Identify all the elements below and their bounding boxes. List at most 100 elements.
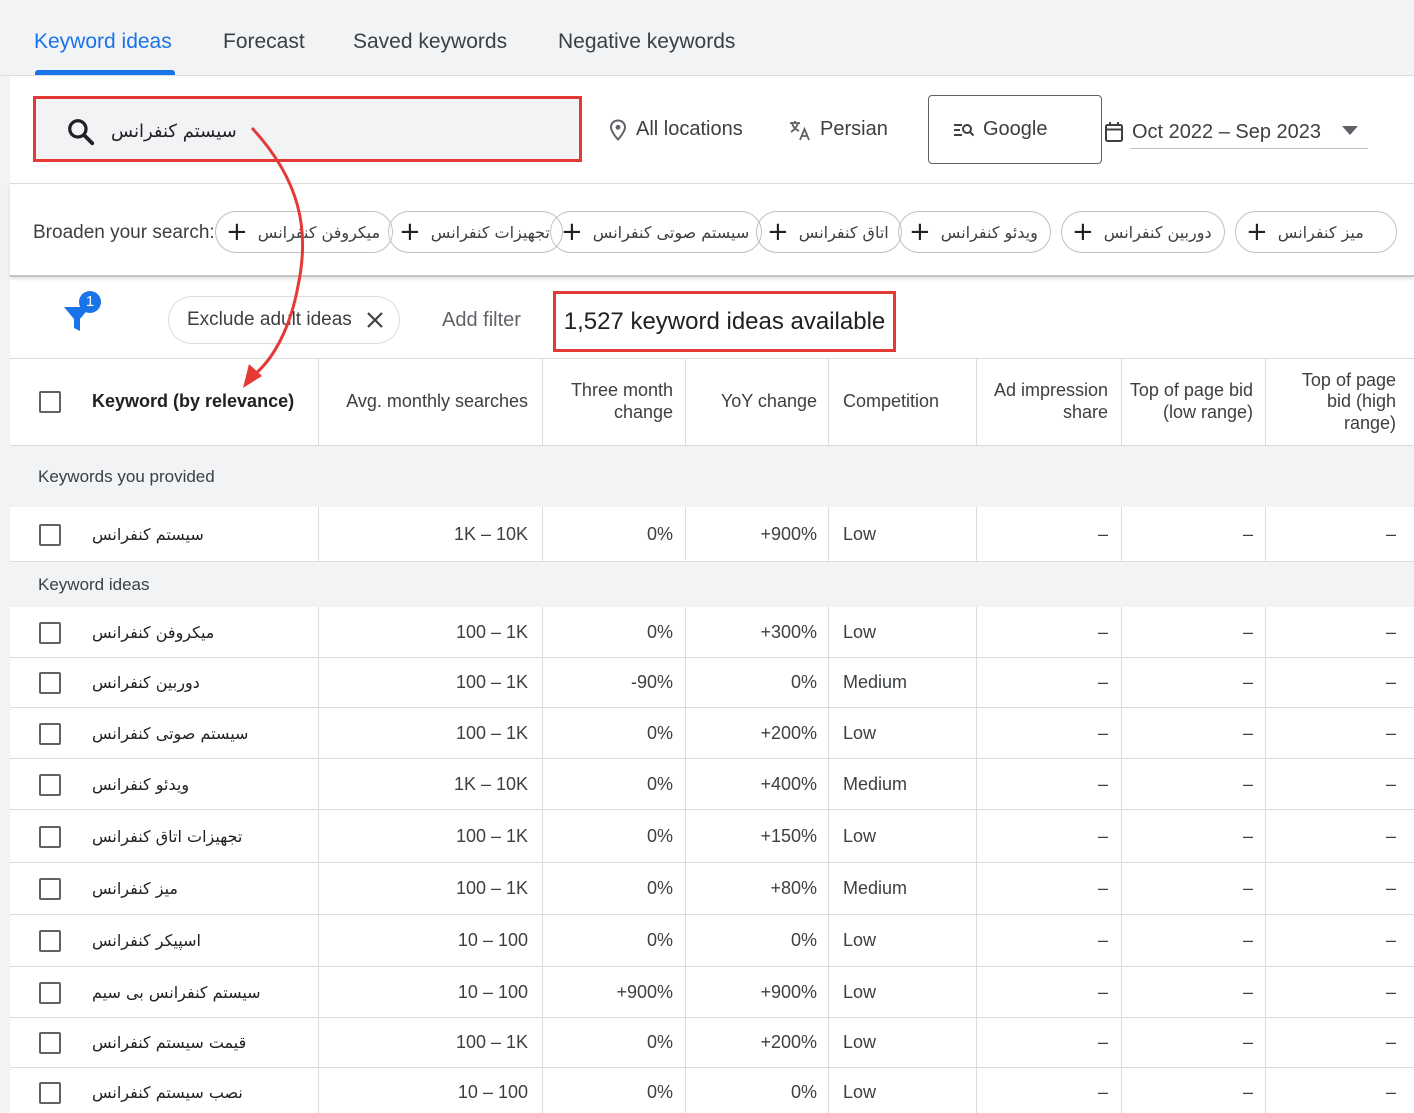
column-divider: [542, 863, 543, 915]
row-checkbox[interactable]: [39, 672, 61, 694]
chip-label: سیستم صوتی کنفرانس: [592, 222, 750, 242]
search-network-button[interactable]: Google: [928, 95, 1102, 164]
close-icon[interactable]: [366, 311, 384, 329]
column-divider: [1265, 607, 1266, 658]
table-row[interactable]: ویدئو کنفرانس 1K – 10K 0% +400% Medium – – –: [10, 759, 1414, 810]
broaden-chip[interactable]: + میکروفن کنفرانس: [215, 211, 394, 253]
avg-searches-cell: 100 – 1K: [455, 672, 528, 692]
plus-icon: +: [1072, 217, 1094, 247]
location-selector[interactable]: All locations: [608, 118, 743, 141]
bid-low-cell: –: [1242, 773, 1253, 794]
avg-searches-cell: 1K – 10K: [453, 523, 528, 544]
keyword-cell: اسپیکر کنفرانس: [92, 931, 201, 950]
table-row[interactable]: قیمت سیستم کنفرانس 100 – 1K 0% +200% Low – – –: [10, 1018, 1414, 1068]
broaden-chip[interactable]: + میز کنفرانس: [1235, 211, 1397, 253]
chevron-down-icon[interactable]: [1342, 126, 1358, 135]
row-checkbox[interactable]: [39, 524, 61, 546]
table-row[interactable]: اسپیکر کنفرانس 10 – 100 0% 0% Low – – –: [10, 915, 1414, 967]
broaden-chip[interactable]: + دوربین کنفرانس: [1061, 211, 1225, 253]
row-checkbox[interactable]: [39, 1082, 61, 1104]
column-divider: [976, 1068, 977, 1113]
bid-low-cell: –: [1242, 930, 1253, 950]
row-checkbox[interactable]: [39, 1032, 61, 1054]
column-divider: [828, 863, 829, 915]
table-row[interactable]: میکروفن کنفرانس 100 – 1K 0% +300% Low – – –: [10, 607, 1414, 658]
table-row[interactable]: دوربین کنفرانس 100 – 1K -90% 0% Medium – – –: [10, 658, 1414, 708]
broaden-chip[interactable]: + ویدئو کنفرانس: [898, 211, 1051, 253]
column-competition[interactable]: Competition: [843, 359, 973, 445]
bid-low-cell: –: [1242, 672, 1253, 692]
keyword-cell: تجهیزات اتاق کنفرانس: [92, 826, 243, 846]
bid-high-cell: –: [1385, 1032, 1396, 1052]
column-keyword[interactable]: Keyword (by relevance): [92, 359, 312, 445]
select-all-checkbox[interactable]: [39, 391, 61, 413]
column-ad-share[interactable]: Ad impression share: [985, 359, 1108, 445]
column-three-month[interactable]: Three month change: [550, 359, 673, 445]
column-avg-monthly[interactable]: Avg. monthly searches: [319, 359, 528, 445]
bid-high-cell: –: [1385, 672, 1396, 692]
column-divider: [1121, 967, 1122, 1018]
chip-label: ویدئو کنفرانس: [940, 222, 1038, 242]
row-checkbox[interactable]: [39, 930, 61, 952]
search-input[interactable]: [111, 115, 311, 147]
column-divider: [976, 1018, 977, 1068]
ad-share-cell: –: [1097, 621, 1108, 642]
avg-searches-cell: 100 – 1K: [455, 825, 528, 846]
table-row[interactable]: تجهیزات اتاق کنفرانس 100 – 1K 0% +150% Low – –…: [10, 810, 1414, 863]
language-selector[interactable]: Persian: [788, 118, 888, 141]
column-divider: [828, 658, 829, 708]
keyword-cell: ویدئو کنفرانس: [92, 774, 190, 794]
broaden-chip[interactable]: + سیستم صوتی کنفرانس: [550, 211, 763, 253]
avg-searches-cell: 10 – 100: [457, 981, 528, 1002]
tab-negative-keywords[interactable]: Negative keywords: [558, 30, 735, 54]
column-divider: [542, 1068, 543, 1113]
table-row[interactable]: سیستم کنفرانس 1K – 10K 0% +900% Low – – –: [10, 507, 1414, 562]
avg-searches-cell: 1K – 10K: [453, 773, 528, 794]
column-divider: [1121, 863, 1122, 915]
column-divider: [1265, 359, 1266, 445]
row-checkbox[interactable]: [39, 723, 61, 745]
competition-cell: Low: [843, 621, 877, 642]
table-row[interactable]: میز کنفرانس 100 – 1K 0% +80% Medium – – –: [10, 863, 1414, 915]
tab-bar: Keyword ideas Forecast Saved keywords Ne…: [0, 0, 1414, 76]
column-yoy[interactable]: YoY change: [686, 359, 817, 445]
column-divider: [1121, 1068, 1122, 1113]
three-month-cell: 0%: [646, 523, 673, 544]
column-divider: [976, 507, 977, 562]
competition-cell: Medium: [843, 878, 908, 898]
column-divider: [976, 359, 977, 445]
table-row[interactable]: سیستم صوتی کنفرانس 100 – 1K 0% +200% Low – – –: [10, 708, 1414, 759]
tab-saved-keywords[interactable]: Saved keywords: [353, 30, 507, 54]
column-bid-low[interactable]: Top of page bid (low range): [1129, 359, 1253, 445]
row-checkbox[interactable]: [39, 622, 61, 644]
column-bid-high[interactable]: Top of page bid (high range): [1276, 359, 1396, 445]
group-provided-keywords: Keywords you provided: [10, 446, 1414, 507]
table-row[interactable]: نصب سیستم کنفرانس 10 – 100 0% 0% Low – – –: [10, 1068, 1414, 1113]
keyword-search-box[interactable]: [33, 96, 582, 162]
broaden-chip[interactable]: + تجهیزات کنفرانس: [388, 211, 563, 253]
row-checkbox[interactable]: [39, 826, 61, 848]
row-checkbox[interactable]: [39, 982, 61, 1004]
tab-forecast[interactable]: Forecast: [223, 30, 305, 54]
broaden-search-row: Broaden your search: + میکروفن کنفرانس + ت…: [10, 184, 1414, 277]
row-checkbox[interactable]: [39, 774, 61, 796]
broaden-chip[interactable]: + اتاق کنفرانس: [756, 211, 902, 253]
exclude-adult-chip[interactable]: Exclude adult ideas: [168, 296, 400, 344]
broaden-label: Broaden your search:: [33, 222, 215, 243]
add-filter-button[interactable]: Add filter: [442, 309, 521, 332]
bid-low-cell: –: [1242, 621, 1253, 642]
keyword-count: 1,527 keyword ideas available: [553, 291, 896, 352]
competition-cell: Low: [843, 1082, 877, 1102]
plus-icon: +: [767, 217, 789, 247]
date-range-selector[interactable]: Oct 2022 – Sep 2023: [1104, 114, 1368, 150]
three-month-cell: 0%: [646, 773, 673, 794]
bid-high-cell: –: [1385, 878, 1396, 898]
competition-cell: Medium: [843, 672, 908, 692]
column-divider: [1265, 658, 1266, 708]
column-divider: [1121, 1018, 1122, 1068]
row-checkbox[interactable]: [39, 878, 61, 900]
keyword-cell: سیستم کنفرانس بی سیم: [92, 982, 261, 1002]
avg-searches-cell: 10 – 100: [457, 930, 528, 950]
tab-keyword-ideas[interactable]: Keyword ideas: [34, 30, 172, 54]
table-row[interactable]: سیستم کنفرانس بی سیم 10 – 100 +900% +900% Lo…: [10, 967, 1414, 1018]
